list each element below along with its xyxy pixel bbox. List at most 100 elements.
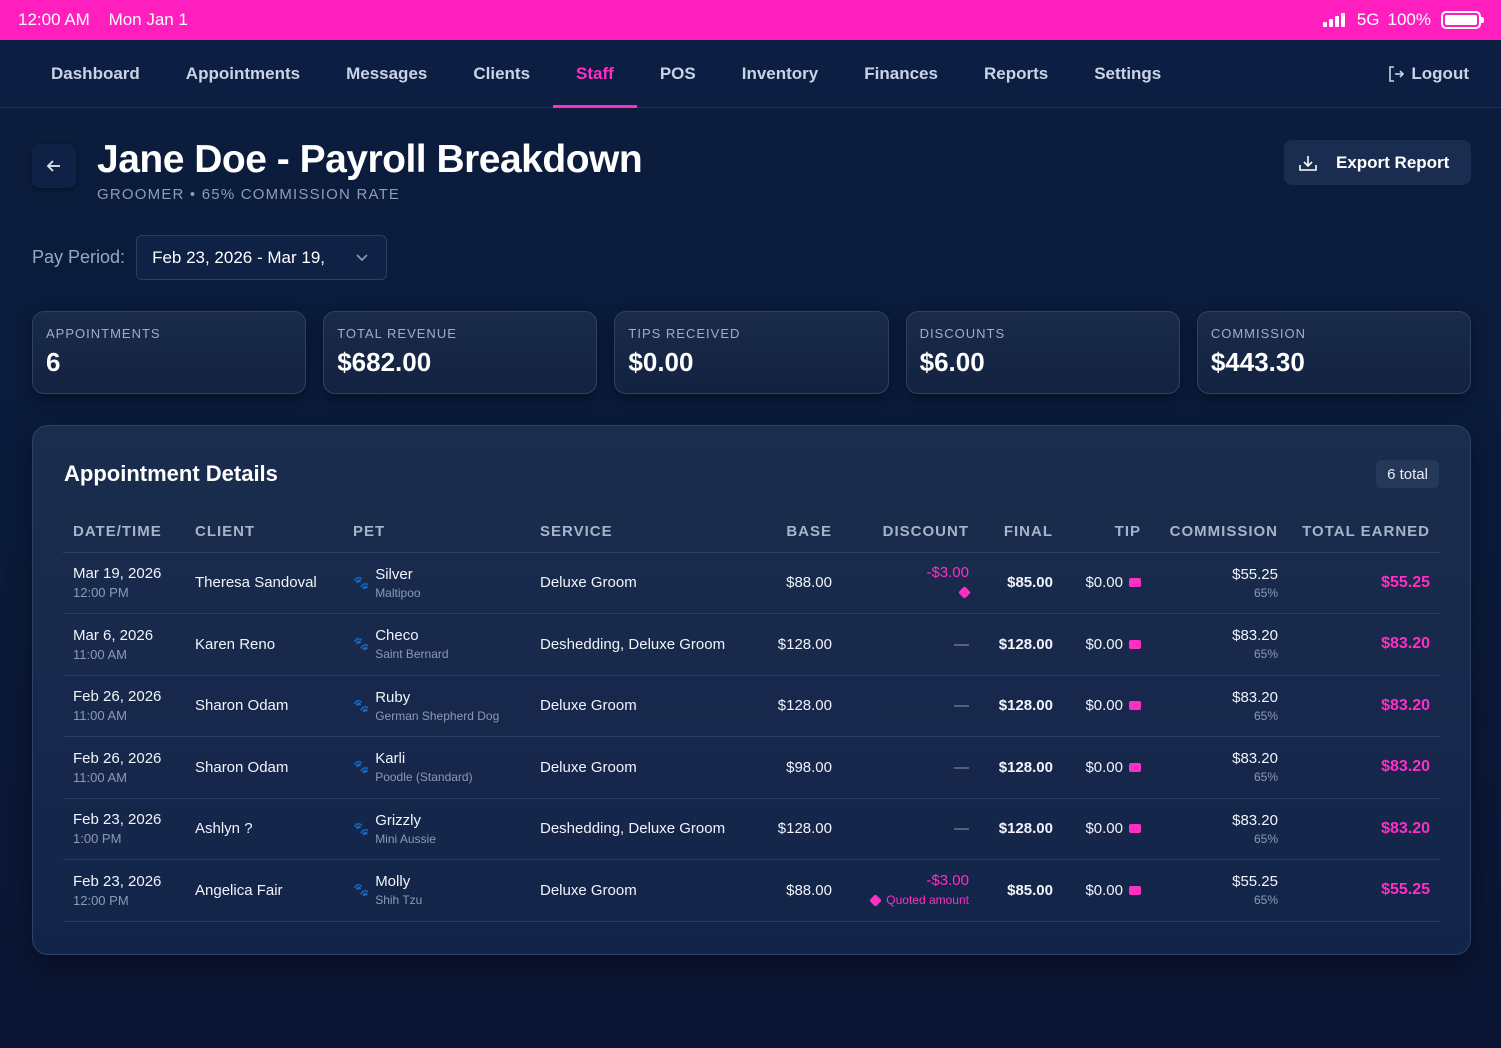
cell-tip: $0.00 (1063, 675, 1151, 737)
cell-service: Deluxe Groom (530, 552, 748, 614)
pay-period-select[interactable]: Feb 23, 2026 - Mar 19, (136, 235, 388, 280)
table-row[interactable]: Feb 23, 2026 12:00 PM Angelica Fair 🐾 Moll… (63, 859, 1440, 922)
discount-value: -$3.00 (926, 564, 969, 582)
nav-item-reports[interactable]: Reports (961, 40, 1071, 107)
cell-commission: $83.20 65% (1151, 675, 1288, 737)
stat-label: TOTAL REVENUE (337, 326, 457, 341)
tag-icon (958, 586, 971, 600)
tip-value: $0.00 (1085, 758, 1123, 776)
cell-datetime: Mar 6, 2026 11:00 AM (63, 613, 185, 676)
nav-item-staff[interactable]: Staff (553, 40, 637, 108)
back-button[interactable] (32, 144, 76, 188)
nav-item-finances[interactable]: Finances (841, 40, 961, 107)
commission-rate: 65% (1253, 893, 1278, 908)
nav-item-clients[interactable]: Clients (450, 40, 553, 107)
appointment-details-card: Appointment Details 6 total DATE/TIME CL… (32, 425, 1471, 955)
table-row[interactable]: Mar 6, 2026 11:00 AM Karen Reno 🐾 Checo Sai… (63, 613, 1440, 676)
table-row[interactable]: Feb 23, 2026 1:00 PM Ashlyn ? 🐾 Grizzly Min… (63, 798, 1440, 860)
cell-discount: — (842, 613, 979, 676)
tip-value: $0.00 (1085, 635, 1123, 653)
commission-value: $83.20 (1232, 627, 1278, 645)
cell-discount: — (842, 736, 979, 799)
stat-label: COMMISSION (1210, 326, 1307, 341)
cell-final: $128.00 (979, 613, 1063, 676)
logout-button[interactable]: Logout (1387, 40, 1469, 107)
cell-pet: 🐾 Grizzly Mini Aussie (343, 798, 530, 860)
stat-card-discounts: DISCOUNTS $6.00 (905, 311, 1180, 394)
paw-icon: 🐾 (353, 820, 370, 836)
cell-base: $98.00 (748, 736, 842, 799)
battery-icon (1441, 11, 1484, 29)
commission-value: $55.25 (1232, 873, 1278, 891)
stat-value: $0.00 (628, 347, 694, 377)
cell-commission: $55.25 65% (1151, 859, 1288, 922)
table-row[interactable]: Feb 26, 2026 11:00 AM Sharon Odam 🐾 Karli P… (63, 736, 1440, 799)
discount-note: Quoted amount (886, 893, 969, 907)
status-bar: 12:00 AM Mon Jan 1 5G 100% (0, 0, 1501, 40)
cell-tip: $0.00 (1063, 552, 1151, 614)
cell-discount: — (842, 675, 979, 737)
appt-date: Mar 6, 2026 (73, 626, 154, 644)
card-title: Appointment Details (64, 461, 278, 486)
top-nav: Dashboard Appointments Messages Clients … (0, 40, 1501, 108)
stat-value: $443.30 (1210, 347, 1305, 377)
appt-date: Feb 26, 2026 (73, 688, 162, 706)
pet-breed: Saint Bernard (375, 647, 449, 662)
stats-row: APPOINTMENTS 6 TOTAL REVENUE $682.00 TIP… (32, 311, 1472, 394)
appt-date: Feb 23, 2026 (73, 811, 162, 829)
cell-final: $85.00 (979, 552, 1063, 614)
cell-discount: — (842, 798, 979, 860)
pet-breed: Poodle (Standard) (375, 770, 473, 785)
paw-icon: 🐾 (353, 636, 370, 652)
cell-pet: 🐾 Molly Shih Tzu (343, 859, 530, 922)
logout-label: Logout (1411, 63, 1469, 83)
appt-time: 11:00 AM (73, 708, 127, 724)
tip-value: $0.00 (1085, 820, 1123, 838)
cell-tip: $0.00 (1063, 798, 1151, 860)
nav-item-dashboard[interactable]: Dashboard (28, 40, 163, 107)
cell-base: $128.00 (748, 613, 842, 676)
appt-date: Mar 19, 2026 (73, 565, 162, 583)
nav-item-messages[interactable]: Messages (323, 40, 450, 107)
download-icon (1299, 155, 1317, 171)
export-report-button[interactable]: Export Report (1284, 140, 1471, 185)
appt-time: 12:00 PM (73, 892, 129, 908)
stat-value: 6 (46, 347, 61, 377)
table-row[interactable]: Mar 19, 2026 12:00 PM Theresa Sandoval 🐾 S… (63, 552, 1440, 614)
pet-breed: Maltipoo (375, 585, 421, 600)
cell-final: $85.00 (979, 859, 1063, 922)
cell-total-earned: $83.20 (1288, 736, 1440, 799)
table-row[interactable]: Feb 26, 2026 11:00 AM Sharon Odam 🐾 Ruby Ge… (63, 675, 1440, 737)
nav-item-inventory[interactable]: Inventory (719, 40, 842, 107)
col-header-pet: PET (343, 512, 530, 553)
stat-card-commission: COMMISSION $443.30 (1196, 311, 1472, 394)
pet-breed: Shih Tzu (375, 893, 423, 908)
cell-discount: -$3.00 (842, 552, 979, 614)
cell-commission: $83.20 65% (1151, 798, 1288, 860)
cell-pet: 🐾 Ruby German Shepherd Dog (343, 675, 530, 737)
appt-time: 12:00 PM (73, 585, 129, 601)
col-header-final: FINAL (979, 512, 1063, 553)
table-header-row: DATE/TIME CLIENT PET SERVICE BASE DISCOU… (63, 512, 1440, 553)
cell-total-earned: $83.20 (1288, 798, 1440, 860)
commission-value: $83.20 (1232, 811, 1278, 829)
stat-card-appointments: APPOINTMENTS 6 (32, 311, 307, 394)
cell-tip: $0.00 (1063, 736, 1151, 799)
pet-name: Molly (375, 873, 411, 891)
appointments-table: DATE/TIME CLIENT PET SERVICE BASE DISCOU… (63, 512, 1440, 922)
stat-card-tips-received: TIPS RECEIVED $0.00 (614, 311, 889, 394)
pet-name: Grizzly (375, 811, 422, 829)
count-badge: 6 total (1376, 460, 1439, 488)
commission-value: $83.20 (1232, 750, 1278, 768)
cell-total-earned: $83.20 (1288, 675, 1440, 737)
nav-item-pos[interactable]: POS (637, 40, 719, 107)
cell-tip: $0.00 (1063, 613, 1151, 676)
page-subtitle: GROOMER • 65% COMMISSION RATE (97, 186, 401, 203)
pet-name: Checo (375, 627, 419, 645)
nav-item-settings[interactable]: Settings (1071, 40, 1184, 107)
tip-value: $0.00 (1085, 697, 1123, 715)
cell-service: Deluxe Groom (530, 675, 748, 737)
pet-name: Karli (375, 750, 406, 768)
credit-card-icon (1129, 701, 1141, 711)
nav-item-appointments[interactable]: Appointments (163, 40, 323, 107)
